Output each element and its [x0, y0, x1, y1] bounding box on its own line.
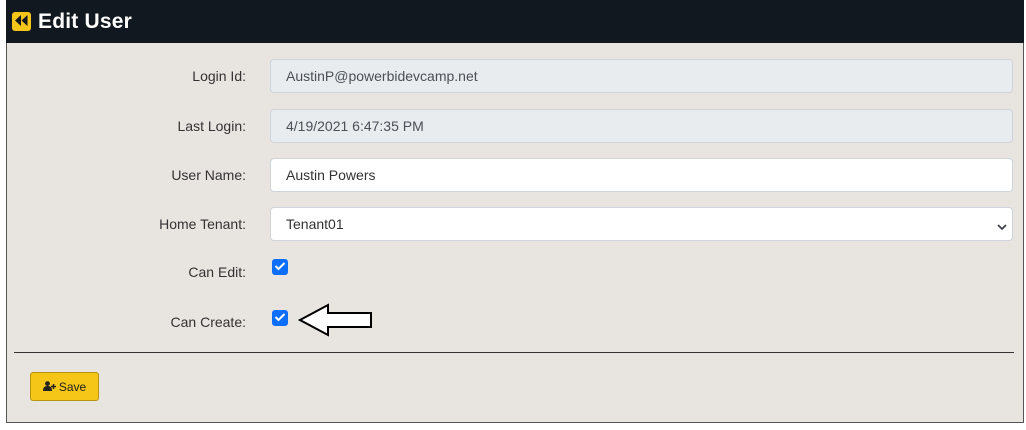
rewind-icon	[15, 13, 28, 31]
back-button[interactable]	[12, 12, 31, 31]
home-tenant-row: Home Tenant: Tenant01	[6, 207, 1024, 241]
can-create-checkbox[interactable]	[272, 310, 288, 326]
checkmark-icon	[274, 258, 286, 276]
home-tenant-selected-value: Tenant01	[286, 216, 344, 232]
home-tenant-select[interactable]: Tenant01	[270, 207, 1013, 241]
can-create-row: Can Create:	[6, 305, 1024, 339]
login-id-field[interactable]	[270, 59, 1013, 93]
can-edit-checkbox[interactable]	[272, 259, 288, 275]
home-tenant-label: Home Tenant:	[159, 216, 246, 232]
save-button[interactable]: Save	[30, 372, 99, 401]
user-name-field[interactable]	[270, 158, 1013, 192]
last-login-row: Last Login:	[6, 109, 1024, 143]
last-login-label: Last Login:	[177, 118, 247, 134]
save-button-label: Save	[58, 379, 87, 394]
user-name-label: User Name:	[171, 167, 246, 183]
page-header: Edit User	[6, 0, 1024, 43]
page-title: Edit User	[38, 9, 132, 33]
checkmark-icon	[274, 309, 286, 327]
login-id-row: Login Id:	[6, 59, 1024, 93]
can-edit-label: Can Edit:	[188, 264, 246, 280]
user-name-row: User Name:	[6, 158, 1024, 192]
can-edit-row: Can Edit:	[6, 255, 1024, 289]
annotation-arrow-icon	[297, 303, 374, 342]
user-plus-icon	[42, 380, 56, 394]
last-login-field[interactable]	[270, 109, 1013, 143]
can-create-label: Can Create:	[170, 314, 246, 330]
login-id-label: Login Id:	[192, 68, 246, 84]
form-divider	[14, 352, 1014, 353]
